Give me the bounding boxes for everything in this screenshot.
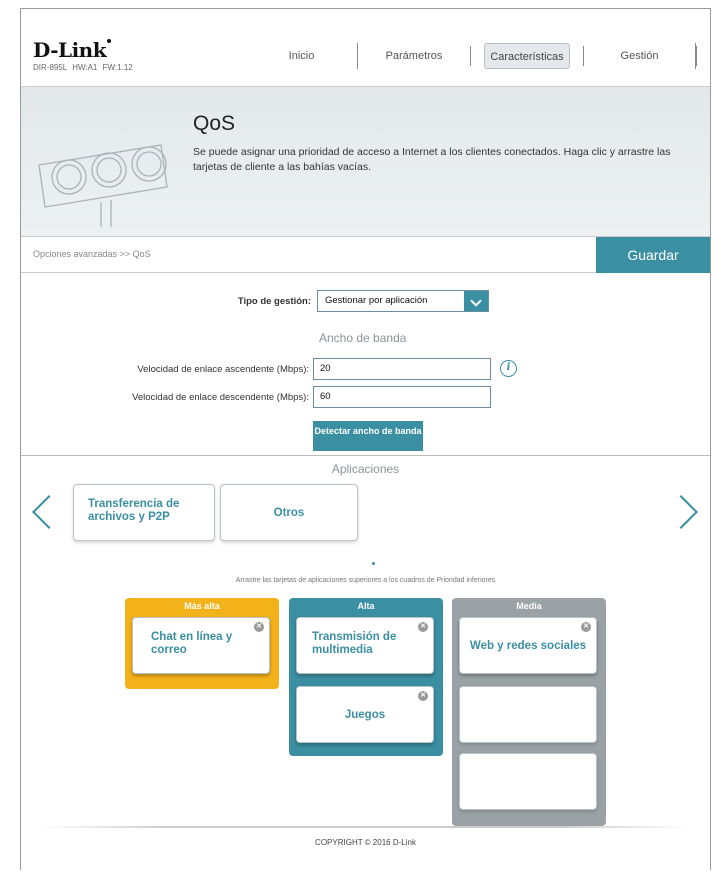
- mgmt-type-label: Tipo de gestión:: [237, 296, 311, 307]
- app-card-inner[interactable]: ✕ Chat en línea y correo: [132, 617, 270, 674]
- app-card-label: Juegos: [344, 709, 386, 721]
- priority-bay-medium[interactable]: Media ✕ Web y redes sociales: [452, 598, 606, 826]
- copyright-text: COPYRIGHT © 2016 D-Link: [315, 838, 416, 847]
- detect-bandwidth-button[interactable]: Detectar ancho de banda: [313, 421, 423, 451]
- page-frame: D-Link DIR-895L HW:A1 FW:1.12 Inicio Par…: [20, 8, 711, 871]
- close-icon[interactable]: ✕: [418, 622, 428, 632]
- main-nav: Inicio Parámetros Características Gestió…: [246, 41, 697, 71]
- applications-heading: Aplicaciones: [331, 462, 400, 476]
- page-description: Se puede asignar una prioridad de acceso…: [193, 146, 671, 173]
- applications-section: Aplicaciones Transferencia de archivos y…: [21, 455, 710, 871]
- breadcrumb[interactable]: Opciones avanzadas >> QoS: [33, 249, 151, 259]
- app-card-inner[interactable]: ✕ Juegos: [296, 686, 434, 743]
- app-card-label: Web y redes sociales: [469, 640, 587, 652]
- bandwidth-settings: Tipo de gestión: Gestionar por aplicació…: [21, 273, 710, 455]
- chevron-down-icon[interactable]: [464, 291, 488, 311]
- nav-tab-parametros[interactable]: Parámetros: [358, 43, 470, 69]
- model-text: DIR-895L: [33, 63, 67, 72]
- close-icon[interactable]: ✕: [254, 622, 264, 632]
- info-icon[interactable]: i: [500, 360, 517, 377]
- download-speed-label: Velocidad de enlace descendente (Mbps):: [132, 392, 309, 403]
- bay-label: Media: [516, 601, 542, 611]
- nav-separator: [470, 46, 471, 66]
- fw-text: FW:1.12: [102, 63, 133, 72]
- app-card-chat[interactable]: ✕ Chat en línea y correo: [132, 617, 270, 674]
- app-card-label: Otros: [273, 507, 305, 519]
- app-card-p2p[interactable]: Transferencia de archivos y P2P: [73, 484, 215, 541]
- hw-text: HW:A1: [72, 63, 98, 72]
- header: D-Link DIR-895L HW:A1 FW:1.12 Inicio Par…: [21, 9, 710, 86]
- device-info: DIR-895L HW:A1 FW:1.12: [33, 63, 133, 72]
- mgmt-type-select[interactable]: Gestionar por aplicación: [317, 290, 489, 312]
- nav-tab-inicio[interactable]: Inicio: [246, 43, 358, 69]
- mgmt-type-value: Gestionar por aplicación: [325, 295, 428, 306]
- drag-hint: Arrastre las tarjetas de aplicaciones su…: [235, 577, 496, 584]
- app-card-label: Chat en línea y correo: [151, 631, 233, 656]
- chevron-left-icon[interactable]: [31, 492, 55, 532]
- empty-slot[interactable]: [459, 753, 597, 810]
- priority-bay-high[interactable]: Alta ✕ Transmisión de multimedia ✕ Juego…: [289, 598, 443, 756]
- page-title: QoS: [193, 112, 236, 135]
- bay-label: Alta: [357, 601, 375, 611]
- upload-speed-input[interactable]: 20: [313, 358, 491, 380]
- chevron-right-icon[interactable]: [673, 492, 697, 532]
- upload-speed-label: Velocidad de enlace ascendente (Mbps):: [137, 364, 309, 375]
- nav-tab-caracteristicas[interactable]: Características: [484, 43, 570, 69]
- app-card-otros[interactable]: Otros: [220, 484, 358, 541]
- empty-slot[interactable]: [459, 686, 597, 743]
- nav-tab-gestion[interactable]: Gestión: [584, 43, 696, 69]
- save-button[interactable]: Guardar: [596, 237, 710, 273]
- brand-logo: D-Link: [33, 38, 112, 62]
- app-card-juegos[interactable]: ✕ Juegos: [296, 686, 434, 743]
- app-card-web[interactable]: ✕ Web y redes sociales: [459, 617, 597, 674]
- bay-label: Más alta: [184, 601, 220, 611]
- priority-bay-highest[interactable]: Más alta ✕ Chat en línea y correo: [125, 598, 279, 689]
- app-card-inner[interactable]: ✕ Web y redes sociales: [459, 617, 597, 674]
- bandwidth-heading: Ancho de banda: [319, 331, 407, 345]
- page-indicator-dot[interactable]: [372, 562, 375, 565]
- app-card-multimedia[interactable]: ✕ Transmisión de multimedia: [296, 617, 434, 674]
- close-icon[interactable]: ✕: [581, 622, 591, 632]
- download-speed-input[interactable]: 60: [313, 386, 491, 408]
- nav-separator: [696, 46, 697, 66]
- breadcrumb-bar: Opciones avanzadas >> QoS Guardar: [21, 236, 710, 273]
- footer-divider: [39, 826, 691, 828]
- feature-banner: QoS Se puede asignar una prioridad de ac…: [21, 86, 710, 236]
- app-card-inner[interactable]: ✕ Transmisión de multimedia: [296, 617, 434, 674]
- app-card-label: Transferencia de archivos y P2P: [88, 498, 180, 523]
- close-icon[interactable]: ✕: [418, 691, 428, 701]
- qos-illustration-icon: [38, 144, 168, 227]
- app-card-label: Transmisión de multimedia: [312, 631, 397, 656]
